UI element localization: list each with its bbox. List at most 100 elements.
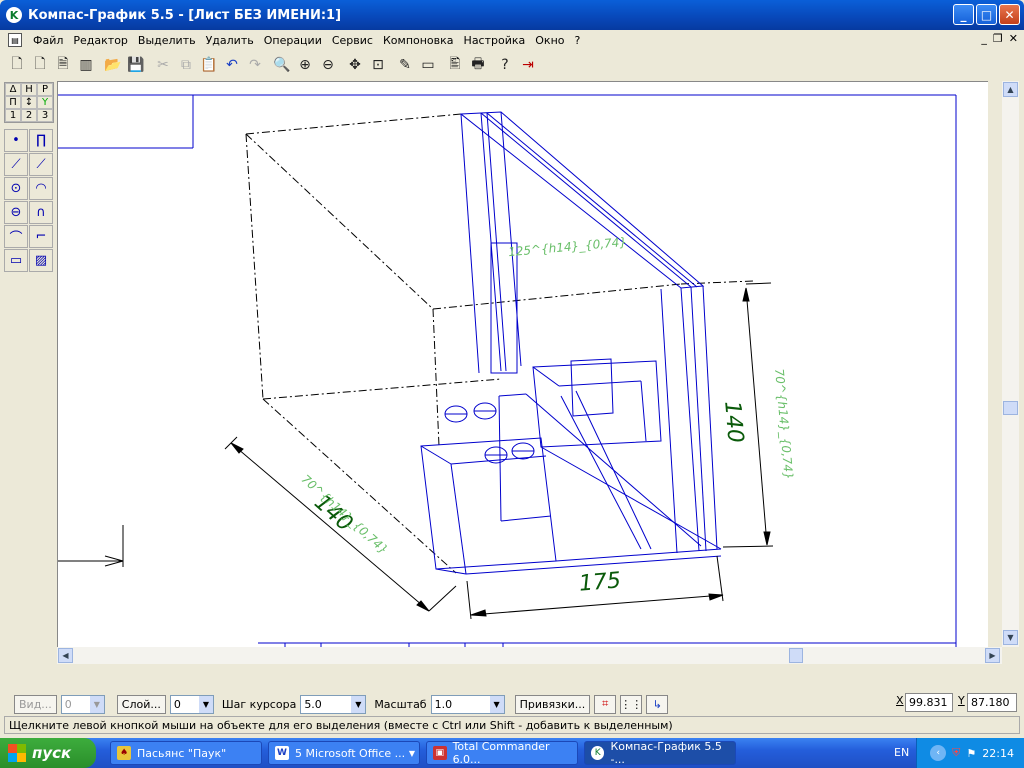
point-tool-icon[interactable]: • xyxy=(4,129,28,152)
cut-icon[interactable]: ✂ xyxy=(152,54,174,76)
start-button[interactable]: пуск xyxy=(0,738,96,768)
close-button[interactable]: ✕ xyxy=(999,4,1020,25)
panel-tab-geometry[interactable]: Δ xyxy=(5,83,21,96)
print-preview-icon[interactable]: 🖺 xyxy=(444,54,466,76)
document-icon[interactable]: ▤ xyxy=(8,33,22,47)
dimension-140-right[interactable]: 140 xyxy=(719,400,748,444)
help-icon[interactable]: ? xyxy=(494,54,516,76)
task-label: Total Commander 6.0... xyxy=(452,740,550,766)
properties-icon[interactable]: ✎ xyxy=(394,54,416,76)
tool-panel: Δ H P П ↕ Y 1 2 3 • ∏ ⟋ ⟋ ⊙ ◠ ⊖ ∩ ⌒ ⌐ ▭ … xyxy=(4,82,56,284)
panel-tab-3[interactable]: 3 xyxy=(37,109,53,122)
x-coord-field[interactable]: 99.831 xyxy=(905,693,953,712)
maximize-button[interactable]: □ xyxy=(976,4,997,25)
task-microsoft-office[interactable]: W 5 Microsoft Office ... ▼ xyxy=(268,741,420,765)
tray-expand-icon[interactable]: ‹ xyxy=(930,745,947,761)
ellipse-tool-icon[interactable]: ⊖ xyxy=(4,201,28,224)
zoom-fit-icon[interactable]: ⊡ xyxy=(367,54,389,76)
spline-tool-icon[interactable]: ∩ xyxy=(29,201,53,224)
fillet-tool-icon[interactable]: ⌒ xyxy=(4,225,28,248)
menu-window[interactable]: Окно xyxy=(530,34,569,47)
view-select[interactable]: 0 ▼ xyxy=(60,694,105,714)
rectangle-tool-icon[interactable]: ▭ xyxy=(4,249,28,272)
task-label: 5 Microsoft Office ... xyxy=(295,746,406,760)
panel-tab-2[interactable]: 2 xyxy=(21,109,37,122)
task-spider-solitaire[interactable]: ♠ Пасьянс "Паук" xyxy=(110,741,262,765)
redo-icon[interactable]: ↷ xyxy=(244,54,266,76)
drawing-canvas[interactable]: 175 140 140 70^{h14}_{0,74} 70^{h14}_{0,… xyxy=(57,81,988,647)
new-document-icon[interactable]: 🗎 xyxy=(52,54,74,76)
aux-line-tool-icon[interactable]: ∏ xyxy=(29,129,53,152)
new-spec-icon[interactable]: ▥ xyxy=(75,54,97,76)
menu-settings[interactable]: Настройка xyxy=(459,34,531,47)
doc-restore-button[interactable]: ❐ xyxy=(993,32,1003,45)
minimize-button[interactable]: _ xyxy=(953,4,974,25)
scroll-up-button[interactable]: ▲ xyxy=(1003,82,1018,97)
doc-close-button[interactable]: ✕ xyxy=(1009,32,1018,45)
menu-operations[interactable]: Операции xyxy=(259,34,327,47)
dimension-175[interactable]: 175 xyxy=(578,568,622,597)
clock[interactable]: 22:14 xyxy=(982,747,1014,760)
snap-settings-icon[interactable]: ⌗ xyxy=(594,694,617,714)
pan-icon[interactable]: ✥ xyxy=(344,54,366,76)
scroll-right-button[interactable]: ▶ xyxy=(985,648,1000,663)
exit-icon[interactable]: ⇥ xyxy=(517,54,539,76)
parallel-segment-tool-icon[interactable]: ⟋ xyxy=(29,153,53,176)
cursor-step-select[interactable]: 5.0 ▼ xyxy=(300,694,367,714)
undo-icon[interactable]: ↶ xyxy=(221,54,243,76)
copy-icon[interactable]: ⧉ xyxy=(175,54,197,76)
language-indicator[interactable]: EN xyxy=(894,746,909,759)
save-icon[interactable]: 💾 xyxy=(125,54,147,76)
panel-tab-select[interactable]: Y xyxy=(37,96,53,109)
doc-minimize-button[interactable]: _ xyxy=(981,32,987,45)
menu-select[interactable]: Выделить xyxy=(133,34,201,47)
scale-select[interactable]: 1.0 ▼ xyxy=(430,694,505,714)
flag-icon[interactable]: ⚑ xyxy=(966,747,976,760)
task-kompas[interactable]: K Компас-График 5.5 -... xyxy=(584,740,736,766)
task-total-commander[interactable]: ▣ Total Commander 6.0... xyxy=(426,740,578,766)
menu-service[interactable]: Сервис xyxy=(327,34,378,47)
panel-tab-dimensions[interactable]: H xyxy=(21,83,37,96)
zoom-out-icon[interactable]: ⊖ xyxy=(317,54,339,76)
menu-delete[interactable]: Удалить xyxy=(201,34,259,47)
open-icon[interactable]: 📂 xyxy=(102,54,124,76)
scroll-left-button[interactable]: ◀ xyxy=(58,648,73,663)
new-fragment-icon[interactable]: 🗋 xyxy=(29,54,51,76)
paste-icon[interactable]: 📋 xyxy=(198,54,220,76)
grid-icon[interactable]: ⋮⋮ xyxy=(620,694,643,714)
view-button[interactable]: Вид... xyxy=(14,694,57,714)
menu-layout[interactable]: Компоновка xyxy=(378,34,459,47)
chamfer-tool-icon[interactable]: ⌐ xyxy=(29,225,53,248)
task-label: Компас-График 5.5 -... xyxy=(610,740,722,766)
print-icon[interactable]: 🖶 xyxy=(467,54,489,76)
menu-help[interactable]: ? xyxy=(570,34,586,47)
y-coord-field[interactable]: 87.180 xyxy=(967,693,1017,712)
horizontal-scrollbar[interactable]: ◀ ▶ xyxy=(57,647,1002,664)
circle-tool-icon[interactable]: ⊙ xyxy=(4,177,28,200)
panel-tab-1[interactable]: 1 xyxy=(5,109,21,122)
kompas-icon: K xyxy=(591,746,605,760)
layer-button[interactable]: Слой... xyxy=(116,694,166,714)
arc-tool-icon[interactable]: ◠ xyxy=(29,177,53,200)
view-manager-icon[interactable]: ▭ xyxy=(417,54,439,76)
panel-tab-edit[interactable]: P xyxy=(37,83,53,96)
menu-editor[interactable]: Редактор xyxy=(68,34,133,47)
scroll-down-button[interactable]: ▼ xyxy=(1003,630,1018,645)
local-cs-icon[interactable]: ↳ xyxy=(646,694,669,714)
vertical-scroll-thumb[interactable] xyxy=(1003,401,1018,415)
panel-tab-measure[interactable]: ↕ xyxy=(21,96,37,109)
vertical-scrollbar[interactable]: ▲ ▼ xyxy=(1002,81,1019,647)
menu-file[interactable]: Файл xyxy=(28,34,68,47)
kompas-logo-icon: K xyxy=(6,7,22,23)
hatch-tool-icon[interactable]: ▨ xyxy=(29,249,53,272)
antivirus-icon[interactable]: ⛨ xyxy=(952,746,960,760)
zoom-in-icon[interactable]: ⊕ xyxy=(294,54,316,76)
segment-tool-icon[interactable]: ⟋ xyxy=(4,153,28,176)
snaps-button[interactable]: Привязки... xyxy=(514,694,591,714)
layer-select[interactable]: 0 ▼ xyxy=(169,694,214,714)
panel-tab-params[interactable]: П xyxy=(5,96,21,109)
scale-value: 1.0 xyxy=(434,697,453,711)
zoom-icon[interactable]: 🔍 xyxy=(271,54,293,76)
horizontal-scroll-thumb[interactable] xyxy=(789,648,803,663)
new-sheet-icon[interactable]: 🗋 xyxy=(6,54,28,76)
